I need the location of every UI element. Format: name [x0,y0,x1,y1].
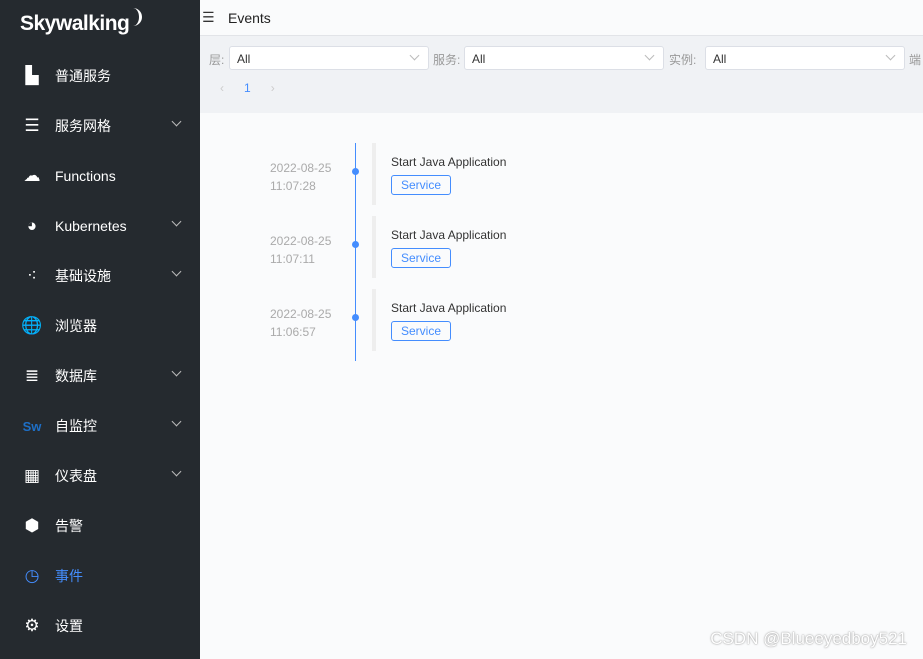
service-select[interactable]: All [464,46,664,70]
next-page-button[interactable]: › [271,81,275,95]
event-type-tag: Service [391,321,452,341]
nodes-icon: ⁖ [27,266,37,285]
alert-icon: ⬢ [24,516,40,535]
event-type-tag: Service [391,175,452,195]
filters: 层: All 服务: All 实例: All 端 ‹ 1 › [200,36,923,113]
event-name: Start Java Application [391,301,507,315]
timeline-dot [352,168,359,175]
service-label: 服务: [433,53,461,67]
event-time: 2022-08-25 11:07:28 [270,161,332,193]
chevron-down-icon[interactable] [171,466,182,477]
sidebar: Skywalking ▙ 普通服务 ☰ 服务网格 ☁ Functions ◕ Kubernet… [0,0,200,659]
sidebar-item[interactable]: 🌐 浏览器 [0,301,200,351]
endpoint-label: 端 [909,53,922,67]
layers-icon: ☰ [24,116,40,135]
chevron-down-icon[interactable] [171,416,182,427]
event-item[interactable]: 2022-08-25 11:07:28 Start Java Application… [200,143,800,205]
sidebar-item[interactable]: ⬢ 告警 [0,501,200,551]
sidebar-item-label: Functions [55,168,116,184]
header: ☰ Events [200,0,923,36]
event-name: Start Java Application [391,228,507,242]
sidebar-item-label: 告警 [55,518,83,534]
cloud-icon: ☁ [23,166,41,185]
instance-label: 实例: [669,53,697,67]
chevron-down-icon[interactable] [171,266,182,277]
sidebar-item-label: 服务网格 [55,118,111,134]
event-time: 2022-08-25 11:07:11 [270,234,332,266]
sidebar-item[interactable]: ◷ 事件 [0,551,200,601]
sidebar-item[interactable]: ▙ 普通服务 [0,51,200,101]
page-title: Events [228,9,271,26]
pie-icon: ◕ [26,216,38,235]
sidebar-item[interactable]: ⚙ 设置 [0,601,200,651]
timeline-dot [352,314,359,321]
dashboard-add-icon: ▦ [23,466,41,485]
sidebar-item[interactable]: ⁖ 基础设施 [0,251,200,301]
main: ☰ Events 层: All 服务: All 实例: All 端 ‹ 1 › … [200,0,923,659]
sidebar-item[interactable]: Sw 自监控 [0,401,200,451]
chevron-down-icon [885,50,896,61]
sidebar-item-label: 浏览器 [55,318,97,334]
chevron-down-icon[interactable] [171,116,182,127]
sidebar-item[interactable]: ≣ 数据库 [0,351,200,401]
event-type-tag: Service [391,248,452,268]
chevron-down-icon[interactable] [171,366,182,377]
sidebar-item[interactable]: ☁ Functions [0,151,200,201]
sidebar-item-label: 事件 [55,568,83,584]
sw-icon: Sw [22,418,42,434]
event-bar [372,143,376,205]
database-icon: ≣ [24,366,40,385]
chevron-down-icon[interactable] [171,216,182,227]
instance-select[interactable]: All [705,46,905,70]
chevron-down-icon [644,50,655,61]
sidebar-item-label: 基础设施 [55,268,111,284]
layer-select[interactable]: All [229,46,429,70]
globe-icon: 🌐 [21,316,43,335]
sidebar-item-label: 数据库 [55,368,97,384]
pagination: ‹ 1 › [220,81,275,95]
sidebar-item-label: Kubernetes [55,218,127,234]
timeline-dot [352,241,359,248]
event-bar [372,216,376,278]
sidebar-item-label: 自监控 [55,418,97,434]
event-time: 2022-08-25 11:06:57 [270,307,332,339]
event-name: Start Java Application [391,155,507,169]
gear-icon: ⚙ [24,616,40,635]
event-item[interactable]: 2022-08-25 11:06:57 Start Java Application… [200,289,800,351]
chevron-down-icon [409,50,420,61]
sidebar-item-label: 设置 [55,618,83,634]
sidebar-item-label: 仪表盘 [55,468,97,484]
chart-icon: ▙ [25,66,39,85]
sidebar-item[interactable]: ◕ Kubernetes [0,201,200,251]
sidebar-item-label: 普通服务 [55,68,111,84]
layer-label: 层: [209,53,225,67]
collapse-menu-icon[interactable]: ☰ [202,9,216,26]
logo: Skywalking [20,8,143,36]
prev-page-button[interactable]: ‹ [220,81,224,95]
page-number[interactable]: 1 [244,81,251,95]
sidebar-item[interactable]: ☰ 服务网格 [0,101,200,151]
sidebar-item[interactable]: ▦ 仪表盘 [0,451,200,501]
event-item[interactable]: 2022-08-25 11:07:11 Start Java Application… [200,216,800,278]
event-bar [372,289,376,351]
watermark: CSDN @Blueeyedboy521 [710,629,907,648]
timer-icon: ◷ [24,566,40,585]
